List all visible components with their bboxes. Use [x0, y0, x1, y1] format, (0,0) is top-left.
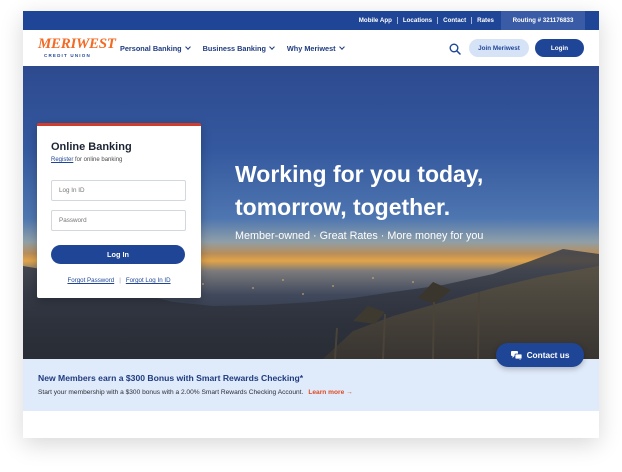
- contact-us-button[interactable]: Contact us: [496, 343, 584, 367]
- contact-link[interactable]: Contact: [438, 17, 471, 24]
- login-id-input[interactable]: [51, 180, 186, 201]
- meriwest-logo[interactable]: MERIWEST CREDIT UNION: [38, 36, 116, 61]
- contact-label: Contact us: [526, 350, 570, 360]
- rates-link[interactable]: Rates: [472, 17, 499, 24]
- hero-headline: Working for you today, tomorrow, togethe…: [235, 158, 535, 224]
- join-meriwest-button[interactable]: Join Meriwest: [469, 39, 529, 57]
- promo-title: New Members earn a $300 Bonus with Smart…: [38, 373, 304, 383]
- site-header: MERIWEST CREDIT UNION Personal Banking B…: [23, 30, 599, 66]
- search-icon: [449, 43, 461, 55]
- logo-wordmark: MERIWEST: [38, 36, 116, 52]
- header-login-button[interactable]: Login: [535, 39, 584, 57]
- locations-link[interactable]: Locations: [398, 17, 437, 24]
- forgot-login-id-link[interactable]: Forgot Log In ID: [126, 277, 171, 284]
- card-title: Online Banking: [51, 141, 132, 153]
- chat-icon: [510, 350, 522, 360]
- password-input[interactable]: [51, 210, 186, 231]
- register-suffix: for online banking: [73, 157, 123, 163]
- divider: |: [119, 277, 121, 284]
- register-link[interactable]: Register: [51, 157, 73, 163]
- forgot-password-link[interactable]: Forgot Password: [67, 277, 114, 284]
- utility-links: Mobile App Locations Contact Rates: [354, 11, 499, 30]
- learn-more-link[interactable]: Learn more →: [308, 389, 352, 396]
- promo-text-row: Start your membership with a $300 bonus …: [38, 389, 353, 396]
- promo-text: Start your membership with a $300 bonus …: [38, 389, 304, 396]
- register-line: Register for online banking: [51, 157, 122, 163]
- card-help-links: Forgot Password | Forgot Log In ID: [37, 277, 201, 284]
- nav-label: Personal Banking: [120, 43, 182, 53]
- chevron-down-icon: [184, 43, 191, 50]
- hero-subtitle: Member-owned · Great Rates · More money …: [235, 230, 484, 242]
- utility-bar: Mobile App Locations Contact Rates Routi…: [23, 11, 599, 30]
- online-banking-card: Online Banking Register for online banki…: [37, 123, 201, 298]
- main-nav: Personal Banking Business Banking Why Me…: [120, 30, 357, 66]
- mobile-app-link[interactable]: Mobile App: [354, 17, 397, 24]
- routing-number: Routing # 321176833: [501, 11, 585, 30]
- hero-headline-line2: tomorrow, together.: [235, 194, 451, 220]
- chevron-down-icon: [338, 43, 345, 50]
- nav-label: Business Banking: [202, 43, 266, 53]
- search-button[interactable]: [449, 42, 461, 55]
- browser-viewport: Mobile App Locations Contact Rates Routi…: [23, 11, 599, 438]
- nav-business-banking[interactable]: Business Banking: [202, 43, 275, 53]
- nav-label: Why Meriwest: [286, 43, 336, 53]
- hero-headline-line1: Working for you today,: [235, 161, 484, 187]
- nav-personal-banking[interactable]: Personal Banking: [120, 43, 191, 53]
- logo-subtext: CREDIT UNION: [44, 53, 91, 58]
- log-in-button[interactable]: Log In: [51, 245, 185, 264]
- nav-why-meriwest[interactable]: Why Meriwest: [286, 43, 345, 53]
- chevron-down-icon: [269, 43, 275, 50]
